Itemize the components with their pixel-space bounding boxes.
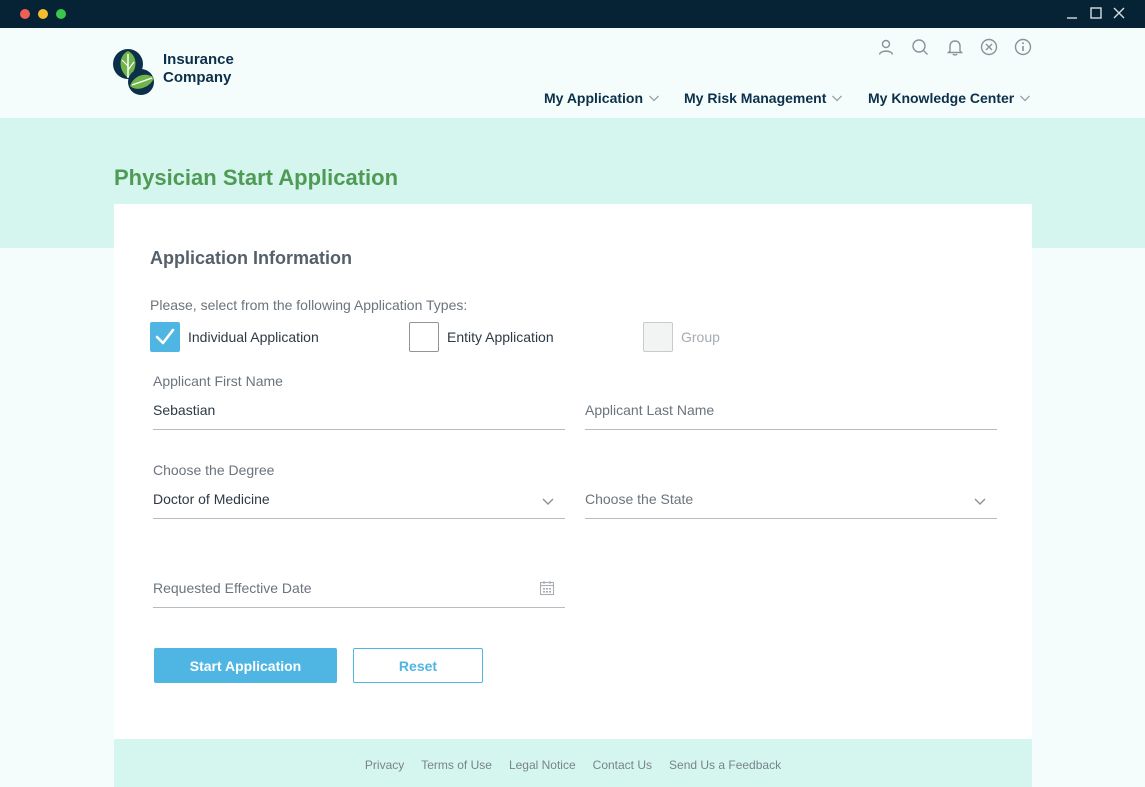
footer-link-terms-of-use[interactable]: Terms of Use <box>421 758 492 772</box>
calendar-icon[interactable] <box>539 580 555 596</box>
section-title: Application Information <box>150 248 352 268</box>
search-icon[interactable] <box>911 38 929 56</box>
maximize-icon[interactable] <box>1088 5 1104 21</box>
page-footer: Privacy Terms of Use Legal Notice Contac… <box>114 739 1032 787</box>
nav-my-knowledge-center[interactable]: My Knowledge Center <box>868 90 1031 106</box>
company-name[interactable]: Insurance Company <box>163 51 234 87</box>
reset-button[interactable]: Reset <box>353 648 483 683</box>
close-icon[interactable] <box>1111 5 1127 21</box>
chevron-down-icon <box>832 95 843 102</box>
effective-date-input[interactable]: Requested Effective Date <box>153 580 312 596</box>
close-circle-icon[interactable] <box>980 38 998 56</box>
effective-date-underline <box>153 607 565 608</box>
nav-my-application[interactable]: My Application <box>544 90 660 106</box>
first-name-underline <box>153 429 565 430</box>
nav-label: My Application <box>544 90 644 106</box>
footer-links: Privacy Terms of Use Legal Notice Contac… <box>114 758 1032 772</box>
first-name-label: Applicant First Name <box>153 373 283 389</box>
degree-label: Choose the Degree <box>153 462 275 478</box>
entity-application-checkbox[interactable] <box>409 322 439 352</box>
minimize-icon[interactable] <box>1064 5 1080 21</box>
start-application-button[interactable]: Start Application <box>154 648 337 683</box>
user-icon[interactable] <box>877 38 895 56</box>
state-select[interactable]: Choose the State <box>585 491 693 507</box>
page-title: Physician Start Application <box>114 165 399 190</box>
window-titlebar <box>0 0 1145 28</box>
company-name-line2: Company <box>163 69 232 86</box>
bell-icon[interactable] <box>946 38 964 56</box>
nav-label: My Risk Management <box>684 90 827 106</box>
state-underline <box>585 518 997 519</box>
chevron-down-icon <box>649 95 660 102</box>
window-minimize-dot[interactable] <box>38 9 48 19</box>
chevron-down-icon[interactable] <box>541 494 555 508</box>
individual-application-checkbox[interactable] <box>150 322 180 352</box>
entity-application-label[interactable]: Entity Application <box>447 329 554 345</box>
last-name-input[interactable]: Applicant Last Name <box>585 402 714 418</box>
chevron-down-icon[interactable] <box>973 494 987 508</box>
nav-label: My Knowledge Center <box>868 90 1015 106</box>
chevron-down-icon <box>1020 95 1031 102</box>
application-types-prompt: Please, select from the following Applic… <box>150 297 468 313</box>
nav-my-risk-management[interactable]: My Risk Management <box>684 90 843 106</box>
footer-link-feedback[interactable]: Send Us a Feedback <box>669 758 781 772</box>
first-name-input[interactable]: Sebastian <box>153 402 215 418</box>
company-logo[interactable] <box>112 48 158 96</box>
group-checkbox <box>643 322 673 352</box>
degree-select[interactable]: Doctor of Medicine <box>153 491 270 507</box>
checkmark-icon <box>155 328 175 345</box>
company-name-line1: Insurance <box>163 51 234 68</box>
group-label: Group <box>681 329 720 345</box>
footer-link-legal-notice[interactable]: Legal Notice <box>509 758 576 772</box>
degree-underline <box>153 518 565 519</box>
last-name-underline <box>585 429 997 430</box>
individual-application-label[interactable]: Individual Application <box>188 329 319 345</box>
window-close-dot[interactable] <box>20 9 30 19</box>
info-icon[interactable] <box>1014 38 1032 56</box>
window-zoom-dot[interactable] <box>56 9 66 19</box>
footer-link-contact-us[interactable]: Contact Us <box>593 758 652 772</box>
footer-link-privacy[interactable]: Privacy <box>365 758 404 772</box>
